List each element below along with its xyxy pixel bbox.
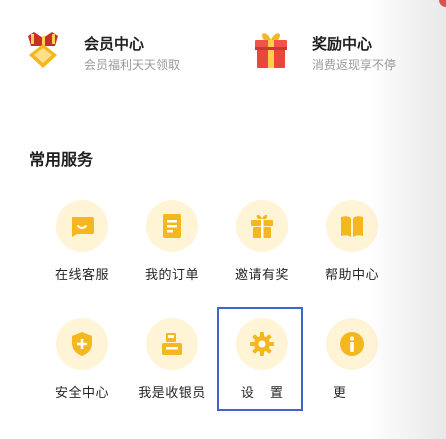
service-security-center[interactable]: 安全中心 (37, 318, 127, 401)
service-label: 我的订单 (144, 268, 199, 283)
service-label: 在线客服 (54, 268, 109, 283)
service-online-support[interactable]: 在线客服 (37, 200, 127, 283)
service-label: 设 置 (240, 386, 290, 401)
service-my-orders[interactable]: 我的订单 (127, 200, 217, 283)
gift-box-icon (252, 30, 290, 70)
vip-center-card[interactable]: 会员中心 会员福利天天领取 (24, 28, 180, 88)
corner-mark (439, 0, 446, 7)
service-label: 安全中心 (54, 386, 109, 401)
shield-icon (56, 318, 108, 370)
reward-center-card[interactable]: 奖励中心 消费返现享不停 (252, 28, 396, 88)
vip-center-title: 会员中心 (84, 35, 145, 53)
info-icon (326, 318, 378, 370)
service-invite-reward[interactable]: 邀请有奖 (217, 200, 307, 283)
common-services-title: 常用服务 (29, 150, 94, 169)
order-icon (146, 200, 198, 252)
service-label: 我是收银员 (138, 386, 206, 401)
cashier-icon (146, 318, 198, 370)
service-help-center[interactable]: 帮助中心 (307, 200, 397, 283)
gear-icon (236, 318, 288, 370)
service-label: 邀请有奖 (234, 268, 289, 283)
service-cashier[interactable]: 我是收银员 (127, 318, 217, 401)
reward-center-subtitle: 消费返现享不停 (312, 58, 397, 72)
gift-icon (236, 200, 288, 252)
reward-center-title: 奖励中心 (312, 35, 373, 53)
service-label: 更 (333, 386, 345, 401)
service-settings[interactable]: 设 置 (217, 318, 307, 401)
chat-icon (56, 200, 108, 252)
service-more[interactable]: 更 (307, 318, 397, 401)
book-icon (326, 200, 378, 252)
vip-center-subtitle: 会员福利天天领取 (84, 58, 181, 72)
service-label: 帮助中心 (324, 268, 379, 283)
vip-crown-icon (24, 30, 62, 70)
